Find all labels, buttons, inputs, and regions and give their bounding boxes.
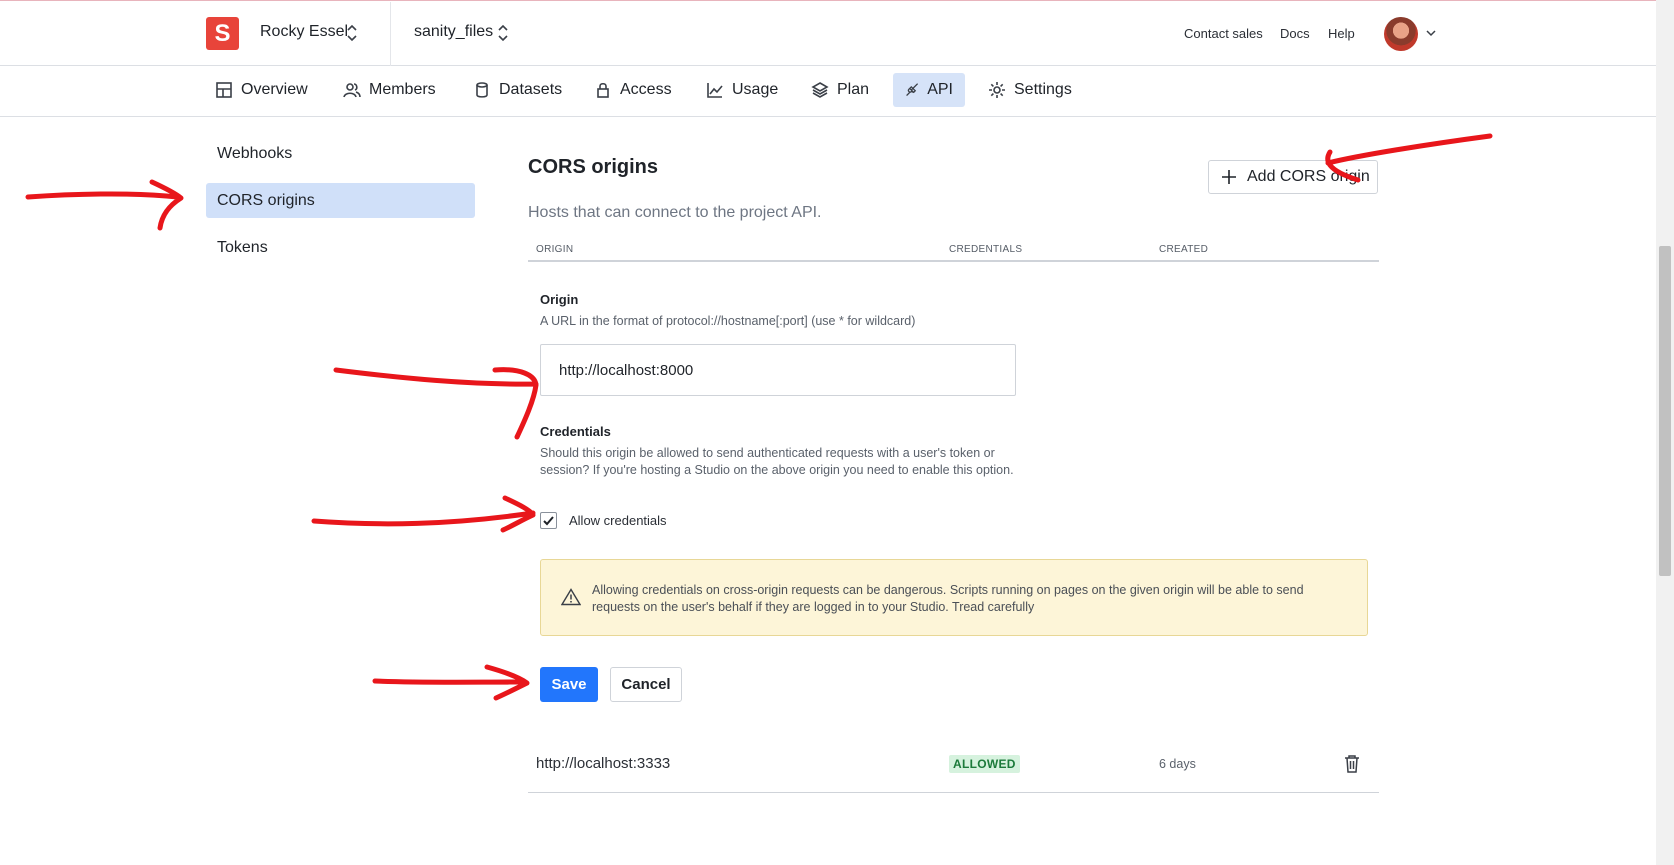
tab-label: Usage (732, 81, 779, 98)
cancel-button[interactable]: Cancel (610, 667, 682, 702)
datasets-icon (476, 82, 488, 98)
origin-input[interactable] (540, 344, 1016, 396)
warning-icon (561, 588, 581, 606)
created-cell: 6 days (1159, 757, 1196, 771)
arrow-to-origin-input (333, 367, 539, 440)
checkmark-icon (543, 516, 554, 526)
warning-text: Allowing credentials on cross-origin req… (592, 583, 1304, 614)
project-tabs: Overview Members Datasets Access Usage P… (0, 66, 1656, 117)
tab-label: Members (369, 81, 436, 98)
api-plug-icon (906, 83, 919, 96)
arrow-to-checkbox (311, 495, 536, 533)
credentials-help-text: Should this origin be allowed to send au… (540, 446, 1014, 477)
chevron-up-down-icon[interactable] (346, 23, 358, 43)
add-cors-origin-button[interactable]: Add CORS origin (1208, 160, 1378, 194)
user-avatar[interactable] (1384, 17, 1418, 51)
docs-link[interactable]: Docs (1280, 26, 1310, 41)
allow-credentials-label[interactable]: Allow credentials (569, 513, 667, 528)
header-divider (390, 2, 391, 66)
origin-cell: http://localhost:3333 (536, 755, 671, 772)
origin-help-text: A URL in the format of protocol://hostna… (540, 314, 916, 328)
contact-sales-link[interactable]: Contact sales (1184, 26, 1263, 41)
sidenav-item-tokens[interactable]: Tokens (206, 230, 475, 265)
project-switcher[interactable]: sanity_files (414, 23, 493, 41)
chevron-up-down-icon[interactable] (497, 23, 509, 43)
tab-settings[interactable]: Settings (976, 73, 1084, 107)
tab-overview[interactable]: Overview (203, 73, 320, 107)
trash-icon[interactable] (1343, 754, 1361, 774)
plus-icon (1222, 170, 1236, 184)
tab-members[interactable]: Members (331, 73, 448, 107)
help-link[interactable]: Help (1328, 26, 1355, 41)
page-subtitle: Hosts that can connect to the project AP… (528, 204, 822, 221)
save-button[interactable]: Save (540, 667, 598, 702)
column-header-origin: ORIGIN (536, 244, 574, 255)
sidenav-item-webhooks[interactable]: Webhooks (206, 136, 475, 171)
origin-label: Origin (540, 292, 579, 307)
credentials-warning-box: Allowing credentials on cross-origin req… (540, 559, 1368, 636)
tab-plan[interactable]: Plan (799, 73, 881, 107)
plan-layers-icon (811, 82, 829, 98)
add-cors-origin-label: Add CORS origin (1247, 168, 1370, 185)
tab-access[interactable]: Access (582, 73, 684, 107)
table-header-divider (528, 260, 1379, 262)
sanity-logo[interactable]: S (206, 17, 239, 50)
tab-label: Overview (241, 81, 308, 98)
sidenav-item-cors-origins[interactable]: CORS origins (206, 183, 475, 218)
tab-usage[interactable]: Usage (694, 73, 790, 107)
credentials-status-badge: ALLOWED (949, 755, 1020, 773)
org-switcher[interactable]: Rocky Essel (260, 23, 348, 41)
arrow-to-save-button (372, 664, 530, 701)
members-icon (343, 83, 361, 98)
gear-icon (989, 82, 1005, 98)
column-header-credentials: CREDENTIALS (949, 244, 1023, 255)
scrollbar-thumb[interactable] (1659, 246, 1671, 576)
credentials-label: Credentials (540, 424, 611, 439)
tab-api[interactable]: API (893, 73, 965, 107)
usage-chart-icon (707, 83, 723, 98)
column-header-created: CREATED (1159, 244, 1209, 255)
page-title: CORS origins (528, 156, 659, 178)
tab-label: Plan (837, 81, 870, 98)
tab-label: Access (620, 81, 672, 98)
arrow-to-cors-origins (25, 179, 184, 231)
tab-datasets[interactable]: Datasets (461, 73, 574, 107)
table-row-divider (528, 792, 1379, 793)
tab-label: Datasets (499, 81, 563, 98)
lock-icon (597, 82, 609, 98)
top-header: S Rocky Essel sanity_files Contact sales… (0, 1, 1656, 66)
allow-credentials-checkbox[interactable] (540, 512, 557, 529)
annotation-arrows (25, 133, 1493, 701)
tab-label: API (927, 81, 953, 98)
tab-label: Settings (1014, 81, 1072, 98)
chevron-down-icon[interactable] (1426, 29, 1436, 37)
overview-icon (216, 82, 232, 98)
